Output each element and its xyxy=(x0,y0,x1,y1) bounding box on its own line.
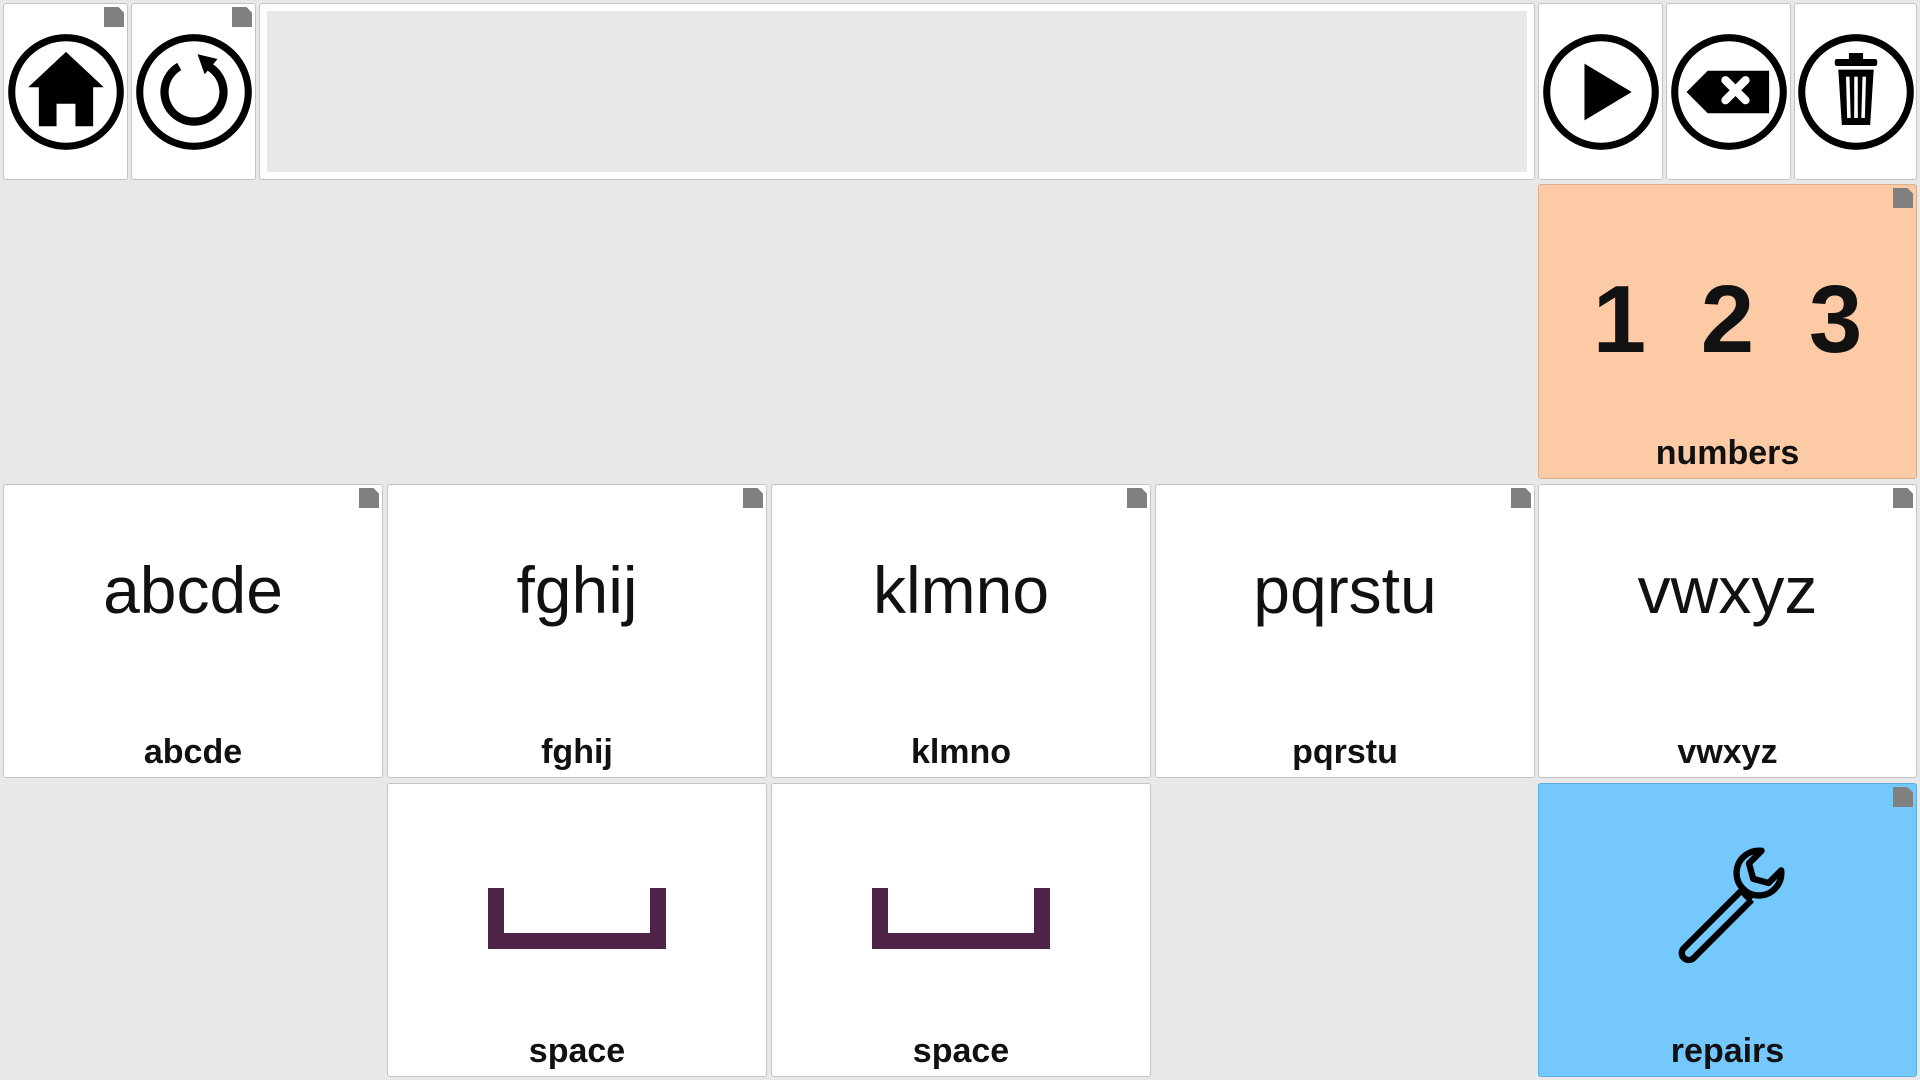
numbers-label: numbers xyxy=(1655,434,1800,472)
corner-marker xyxy=(1893,188,1913,208)
abcde-symbol: abcde xyxy=(103,553,283,627)
abcde-label: abcde xyxy=(143,733,243,771)
corner-marker xyxy=(1511,488,1531,508)
pqrstu-symbol: pqrstu xyxy=(1253,553,1437,627)
backspace-button[interactable] xyxy=(1666,3,1791,180)
pqrstu-label: pqrstu xyxy=(1292,733,1398,771)
corner-marker xyxy=(1893,488,1913,508)
speak-button[interactable] xyxy=(1538,3,1663,180)
space-tile[interactable]: space xyxy=(771,783,1151,1077)
play-icon xyxy=(1542,33,1659,150)
klmno-tile[interactable]: klmno klmno xyxy=(771,484,1151,778)
corner-marker xyxy=(1893,787,1913,807)
fghij-tile[interactable]: fghij fghij xyxy=(387,484,767,778)
home-button[interactable] xyxy=(3,3,128,180)
vwxyz-symbol: vwxyz xyxy=(1637,553,1818,627)
repairs-label: repairs xyxy=(1670,1032,1785,1070)
klmno-label: klmno xyxy=(910,733,1012,771)
space-bracket-icon xyxy=(872,888,1050,949)
trash-icon xyxy=(1797,33,1914,150)
corner-marker xyxy=(743,488,763,508)
pqrstu-tile[interactable]: pqrstu pqrstu xyxy=(1155,484,1535,778)
home-icon xyxy=(7,33,124,150)
corner-marker xyxy=(104,7,124,27)
corner-marker xyxy=(359,488,379,508)
clear-button[interactable] xyxy=(1794,3,1917,180)
vwxyz-label: vwxyz xyxy=(1677,733,1778,771)
space-label: space xyxy=(912,1032,1010,1070)
corner-marker xyxy=(232,7,252,27)
undo-icon xyxy=(135,33,252,150)
fghij-label: fghij xyxy=(541,733,613,771)
numbers-symbol: 1 2 3 xyxy=(1592,266,1877,373)
message-bar[interactable] xyxy=(259,3,1535,180)
space-bracket-icon xyxy=(488,888,666,949)
fghij-symbol: fghij xyxy=(516,553,638,627)
abcde-tile[interactable]: abcde abcde xyxy=(3,484,383,778)
space-tile[interactable]: space xyxy=(387,783,767,1077)
backspace-icon xyxy=(1670,33,1787,150)
wrench-icon xyxy=(1678,847,1784,964)
klmno-symbol: klmno xyxy=(872,553,1050,627)
message-text xyxy=(267,11,1527,172)
corner-marker xyxy=(1127,488,1147,508)
vwxyz-tile[interactable]: vwxyz vwxyz xyxy=(1538,484,1917,778)
numbers-tile[interactable]: 1 2 3 numbers xyxy=(1538,184,1917,479)
repairs-tile[interactable]: repairs xyxy=(1538,783,1917,1077)
undo-button[interactable] xyxy=(131,3,256,180)
space-label: space xyxy=(528,1032,626,1070)
